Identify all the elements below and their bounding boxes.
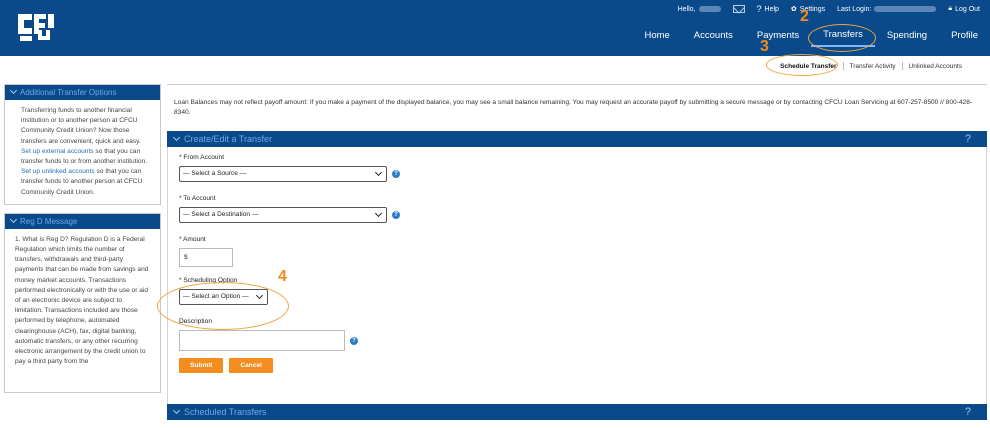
additional-transfer-body: Transferring funds to another financial … <box>21 107 148 196</box>
create-transfer-header[interactable]: Create/Edit a Transfer ? <box>167 131 987 147</box>
from-account-label: * From Account <box>179 154 225 161</box>
help-link[interactable]: ? Help <box>757 4 779 14</box>
nav-home[interactable]: Home <box>632 26 681 46</box>
submit-button[interactable]: Submit <box>179 358 224 373</box>
reg-d-panel: Reg D Message 1. What is Reg D? Regulati… <box>4 212 161 393</box>
to-account-select[interactable]: — Select a Destination — <box>179 207 387 223</box>
help-icon[interactable]: ? <box>350 336 358 345</box>
chevron-down-icon <box>172 406 181 415</box>
additional-transfer-panel: Additional Transfer Options Transferring… <box>4 84 161 205</box>
main-content: Loan Balances may not reflect payoff amo… <box>167 84 987 420</box>
help-icon[interactable]: ? <box>965 404 971 420</box>
annotation-number: 3 <box>760 38 769 55</box>
greeting: Hello, <box>678 6 721 13</box>
amount-label: * Amount <box>179 236 206 243</box>
external-accounts-link[interactable]: Set up external accounts <box>21 148 94 155</box>
cfcu-logo-icon <box>18 14 54 41</box>
transfer-form: * From Account — Select a Source — ? * T… <box>167 147 987 404</box>
reg-d-body: 1. What is Reg D? Regulation D is a Fede… <box>15 235 149 366</box>
chevron-down-icon <box>172 133 181 142</box>
cancel-button[interactable]: Cancel <box>229 358 273 373</box>
section-title: Scheduled Transfers <box>184 407 267 417</box>
logout-link[interactable]: 🔒︎ Log Out <box>948 5 980 13</box>
annotation-circle-transfers <box>808 24 876 52</box>
section-title: Create/Edit a Transfer <box>184 134 273 144</box>
chevron-down-icon <box>9 215 18 223</box>
lock-icon: 🔒︎ <box>948 5 953 12</box>
description-label: Description <box>179 318 212 325</box>
amount-input[interactable]: $ <box>179 248 233 267</box>
chevron-down-icon <box>9 86 18 95</box>
unlinked-accounts-link[interactable]: Set up unlinked accounts <box>21 168 95 175</box>
question-icon: ? <box>756 4 762 14</box>
help-icon[interactable]: ? <box>392 170 400 178</box>
cfcu-logo[interactable] <box>14 8 58 46</box>
loan-balance-notice: Loan Balances may not reflect payoff amo… <box>167 84 987 131</box>
mail-icon[interactable] <box>732 5 745 13</box>
subnav-transfer-activity[interactable]: Transfer Activity <box>844 63 902 70</box>
greeting-label: Hello, <box>677 5 696 13</box>
panel-title: Reg D Message <box>20 216 78 226</box>
sidebar: Additional Transfer Options Transferring… <box>4 84 161 393</box>
scheduling-option-label: * Scheduling Option <box>179 277 238 284</box>
nav-profile[interactable]: Profile <box>939 26 990 46</box>
redacted-username <box>698 6 721 12</box>
annotation-circle-scheduling <box>157 282 289 330</box>
nav-payments[interactable]: Payments <box>745 26 811 46</box>
to-account-label: * To Account <box>179 195 216 202</box>
additional-transfer-header[interactable]: Additional Transfer Options <box>5 85 160 100</box>
panel-title: Additional Transfer Options <box>20 88 117 97</box>
help-icon[interactable]: ? <box>965 131 971 147</box>
annotation-number: 4 <box>278 268 287 285</box>
reg-d-header[interactable]: Reg D Message <box>5 213 160 229</box>
top-utility-bar: Hello, ? Help ✿ Settings Last Login: 🔒︎ … <box>678 3 980 15</box>
gear-icon: ✿ <box>790 6 797 13</box>
nav-accounts[interactable]: Accounts <box>682 26 745 46</box>
scheduled-transfers-header[interactable]: Scheduled Transfers ? <box>167 404 987 420</box>
subnav-unlinked-accounts[interactable]: Unlinked Accounts <box>903 63 968 70</box>
annotation-circle-schedule <box>766 54 838 76</box>
redacted-login-time <box>874 6 937 12</box>
help-icon[interactable]: ? <box>392 211 400 219</box>
from-account-select[interactable]: — Select a Source — <box>179 166 387 182</box>
nav-spending[interactable]: Spending <box>875 26 939 46</box>
description-input[interactable] <box>179 330 345 351</box>
annotation-number: 2 <box>800 8 809 25</box>
last-login: Last Login: <box>837 6 937 13</box>
